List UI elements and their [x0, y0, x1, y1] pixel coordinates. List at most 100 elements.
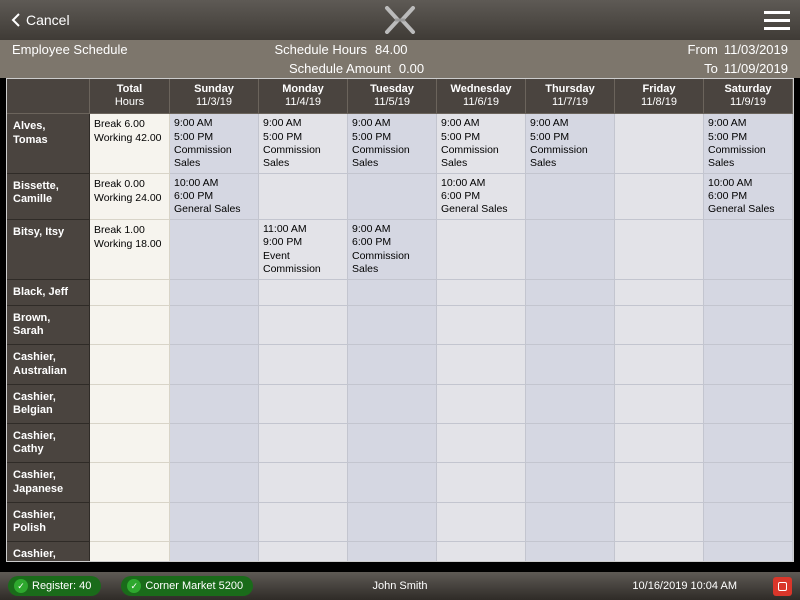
day-cell[interactable] — [704, 503, 793, 542]
day-cell[interactable]: 11:00 AM9:00 PMEvent Commission — [259, 220, 348, 280]
day-cell[interactable] — [348, 280, 437, 306]
day-cell[interactable] — [259, 280, 348, 306]
employee-name-cell[interactable]: Alves, Tomas — [7, 114, 90, 174]
day-cell[interactable] — [526, 424, 615, 463]
employee-name-cell[interactable]: Brown, Sarah — [7, 306, 90, 345]
schedule-amount-label: Schedule Amount — [289, 61, 391, 76]
day-cell[interactable] — [704, 463, 793, 502]
day-cell[interactable] — [704, 280, 793, 306]
day-cell[interactable] — [615, 345, 704, 384]
day-cell[interactable] — [615, 220, 704, 280]
day-cell[interactable] — [437, 424, 526, 463]
day-cell[interactable] — [526, 220, 615, 280]
day-cell[interactable]: 9:00 AM5:00 PMCommission Sales — [437, 114, 526, 174]
day-cell[interactable] — [170, 345, 259, 384]
day-cell[interactable]: 9:00 AM6:00 PMCommission Sales — [348, 220, 437, 280]
day-cell[interactable] — [437, 306, 526, 345]
employee-name-cell[interactable]: Cashier, Australian — [7, 345, 90, 384]
day-cell[interactable] — [526, 280, 615, 306]
day-cell[interactable] — [259, 306, 348, 345]
day-cell[interactable] — [259, 503, 348, 542]
day-cell[interactable] — [615, 503, 704, 542]
day-cell[interactable] — [437, 542, 526, 562]
day-cell[interactable] — [615, 463, 704, 502]
employee-name-cell[interactable]: Cashier, South African — [7, 542, 90, 562]
schedule-amount-value: 0.00 — [399, 61, 424, 76]
day-cell[interactable] — [348, 174, 437, 220]
day-cell[interactable] — [437, 503, 526, 542]
employee-name-cell[interactable]: Cashier, Belgian — [7, 385, 90, 424]
day-cell[interactable] — [704, 542, 793, 562]
day-cell[interactable] — [704, 345, 793, 384]
day-cell[interactable] — [526, 306, 615, 345]
day-cell[interactable]: 10:00 AM6:00 PMGeneral Sales — [170, 174, 259, 220]
day-cell[interactable] — [259, 174, 348, 220]
employee-name-cell[interactable]: Black, Jeff — [7, 280, 90, 306]
day-cell[interactable] — [437, 385, 526, 424]
day-cell[interactable] — [259, 463, 348, 502]
day-cell[interactable] — [348, 503, 437, 542]
register-label: Register: 40 — [32, 580, 91, 592]
day-cell[interactable] — [615, 114, 704, 174]
day-cell[interactable] — [348, 345, 437, 384]
day-cell[interactable]: 10:00 AM6:00 PMGeneral Sales — [437, 174, 526, 220]
oracle-badge[interactable] — [773, 577, 792, 596]
day-cell[interactable]: 9:00 AM5:00 PMCommission Sales — [526, 114, 615, 174]
day-cell[interactable]: 9:00 AM5:00 PMCommission Sales — [348, 114, 437, 174]
day-cell[interactable] — [170, 542, 259, 562]
day-cell[interactable] — [259, 542, 348, 562]
employee-name-cell[interactable]: Cashier, Polish — [7, 503, 90, 542]
day-cell[interactable] — [526, 542, 615, 562]
day-cell[interactable] — [259, 385, 348, 424]
day-cell[interactable] — [615, 542, 704, 562]
day-cell[interactable]: 9:00 AM5:00 PMCommission Sales — [704, 114, 793, 174]
day-cell[interactable] — [704, 220, 793, 280]
day-cell[interactable] — [615, 174, 704, 220]
totals-cell: Break 6.00Working 42.00 — [90, 114, 170, 174]
employee-name-cell[interactable]: Bitsy, Itsy — [7, 220, 90, 280]
menu-button[interactable] — [764, 11, 790, 30]
day-cell[interactable] — [170, 306, 259, 345]
day-cell[interactable] — [348, 424, 437, 463]
day-cell[interactable] — [348, 542, 437, 562]
day-cell[interactable] — [526, 463, 615, 502]
day-cell[interactable] — [170, 503, 259, 542]
day-cell[interactable] — [348, 306, 437, 345]
chevron-left-icon — [10, 12, 22, 28]
day-cell[interactable]: 9:00 AM5:00 PMCommission Sales — [259, 114, 348, 174]
day-cell[interactable] — [526, 345, 615, 384]
day-cell[interactable] — [526, 174, 615, 220]
day-cell[interactable] — [259, 424, 348, 463]
employee-name-cell[interactable]: Cashier, Japanese — [7, 463, 90, 502]
employee-name-cell[interactable]: Bissette, Camille — [7, 174, 90, 220]
day-cell[interactable]: 9:00 AM5:00 PMCommission Sales — [170, 114, 259, 174]
cancel-button[interactable]: Cancel — [10, 12, 70, 28]
day-cell[interactable] — [526, 385, 615, 424]
schedule-grid[interactable]: TotalHoursSunday11/3/19Monday11/4/19Tues… — [7, 79, 793, 562]
day-cell[interactable] — [437, 220, 526, 280]
register-status-pill[interactable]: ✓ Register: 40 — [8, 576, 101, 596]
day-cell[interactable] — [526, 503, 615, 542]
day-cell[interactable] — [615, 306, 704, 345]
day-cell[interactable] — [170, 463, 259, 502]
location-status-pill[interactable]: ✓ Corner Market 5200 — [121, 576, 253, 596]
info-band: Employee Schedule Schedule Hours 84.00 F… — [0, 40, 800, 78]
day-cell[interactable] — [259, 345, 348, 384]
day-cell[interactable] — [170, 385, 259, 424]
day-cell[interactable] — [615, 280, 704, 306]
day-cell[interactable] — [437, 280, 526, 306]
day-cell[interactable] — [170, 280, 259, 306]
day-cell[interactable] — [437, 463, 526, 502]
day-cell[interactable] — [704, 306, 793, 345]
day-cell[interactable] — [615, 385, 704, 424]
day-cell[interactable] — [437, 345, 526, 384]
day-cell[interactable]: 10:00 AM6:00 PMGeneral Sales — [704, 174, 793, 220]
day-cell[interactable] — [170, 424, 259, 463]
day-cell[interactable] — [170, 220, 259, 280]
day-cell[interactable] — [615, 424, 704, 463]
day-cell[interactable] — [348, 385, 437, 424]
employee-name-cell[interactable]: Cashier, Cathy — [7, 424, 90, 463]
day-cell[interactable] — [704, 424, 793, 463]
day-cell[interactable] — [704, 385, 793, 424]
day-cell[interactable] — [348, 463, 437, 502]
